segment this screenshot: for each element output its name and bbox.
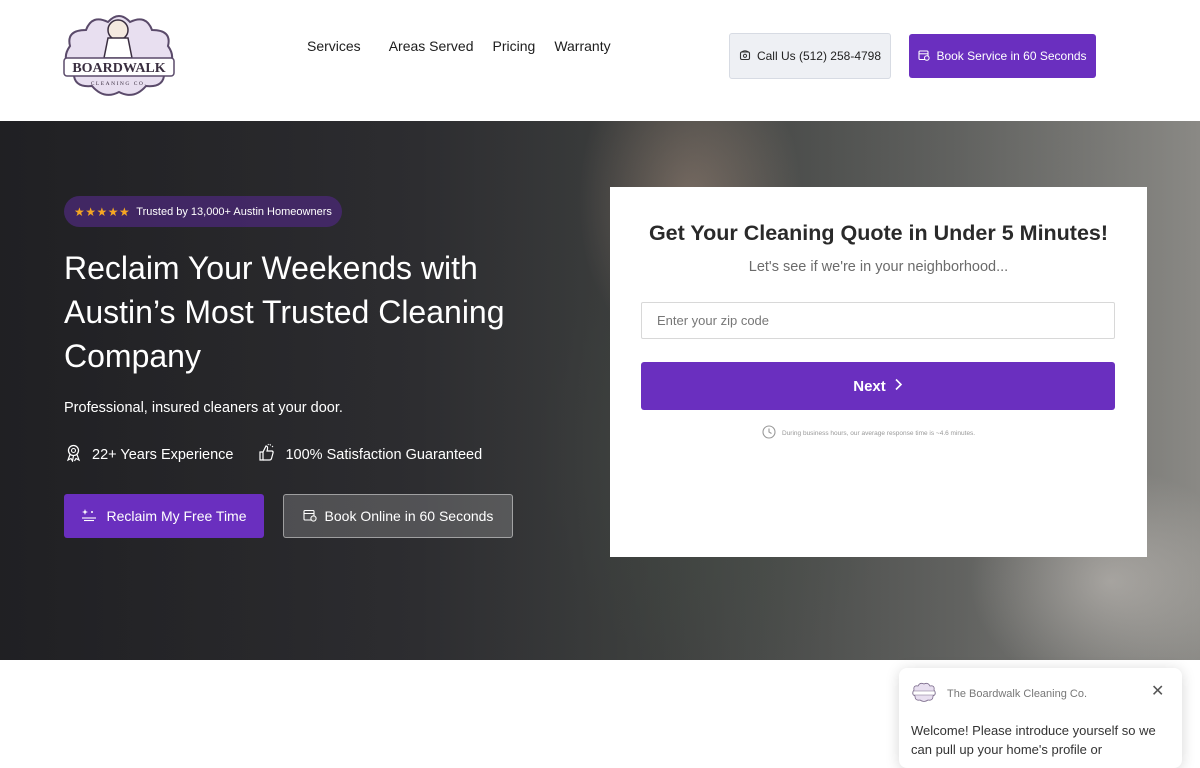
hero-section: ★★★★★ Trusted by 13,000+ Austin Homeowne… [0,121,1200,660]
company-avatar [911,682,937,702]
phone-icon [739,49,751,64]
call-us-button[interactable]: Call Us (512) 258-4798 [729,33,891,79]
book-online-label: Book Online in 60 Seconds [324,508,494,524]
boardwalk-logo[interactable]: BOARDWALK CLEANING CO. [58,8,180,102]
main-nav: Services Areas Served Pricing Warranty [307,38,611,54]
sparkle-icon [81,508,97,525]
call-us-label: Call Us (512) 258-4798 [756,49,882,63]
calendar-icon [918,49,931,64]
trust-badge-text: Trusted by 13,000+ Austin Homeowners [136,205,332,218]
feature-experience: 22+ Years Experience [64,443,233,466]
book-service-label: Book Service in 60 Seconds [936,49,1087,63]
chat-company-name: The Boardwalk Cleaning Co. [947,688,1088,700]
feature-satisfaction-label: 100% Satisfaction Guaranteed [285,446,483,463]
calendar-icon [302,508,317,525]
rating-stars: ★★★★★ [74,204,131,219]
logo-wordmark: BOARDWALK [72,61,165,76]
chat-message: Welcome! Please introduce yourself so we… [911,723,1156,757]
nav-areas-served[interactable]: Areas Served [389,38,474,54]
quote-subtitle: Let's see if we're in your neighborhood.… [748,259,1009,275]
hero-title: Reclaim Your Weekends with Austin’s Most… [64,250,505,374]
trust-badge: ★★★★★ Trusted by 13,000+ Austin Homeowne… [64,196,342,227]
response-time-note: During business hours, our average respo… [762,425,975,441]
award-icon [64,443,83,466]
site-header: BOARDWALK CLEANING CO. Services Areas Se… [0,0,1200,121]
next-label: Next [853,377,886,395]
nav-services[interactable]: Services [307,38,361,54]
quote-form-card: Get Your Cleaning Quote in Under 5 Minut… [610,187,1147,557]
book-online-button[interactable]: Book Online in 60 Seconds [283,494,513,538]
close-icon[interactable]: ✕ [1151,684,1164,700]
clock-icon [762,425,776,441]
quote-title: Get Your Cleaning Quote in Under 5 Minut… [648,221,1109,245]
chat-widget[interactable]: The Boardwalk Cleaning Co. ✕ Welcome! Pl… [899,668,1182,768]
logo-subtext: CLEANING CO. [91,81,148,87]
nav-pricing[interactable]: Pricing [493,38,536,54]
feature-list: 22+ Years Experience 100% Satisfaction G… [64,443,482,466]
next-button[interactable]: Next [641,362,1115,410]
feature-experience-label: 22+ Years Experience [92,446,234,463]
feature-satisfaction: 100% Satisfaction Guaranteed [257,443,482,466]
reclaim-free-time-button[interactable]: Reclaim My Free Time [64,494,264,538]
zip-code-input[interactable] [641,302,1115,339]
chevron-right-icon [894,378,903,395]
hero-subtitle: Professional, insured cleaners at your d… [64,400,343,416]
reclaim-label: Reclaim My Free Time [106,508,247,524]
thumbs-up-icon [257,443,276,466]
response-time-text: During business hours, our average respo… [782,429,976,437]
book-service-button[interactable]: Book Service in 60 Seconds [909,34,1096,78]
nav-warranty[interactable]: Warranty [554,38,610,54]
